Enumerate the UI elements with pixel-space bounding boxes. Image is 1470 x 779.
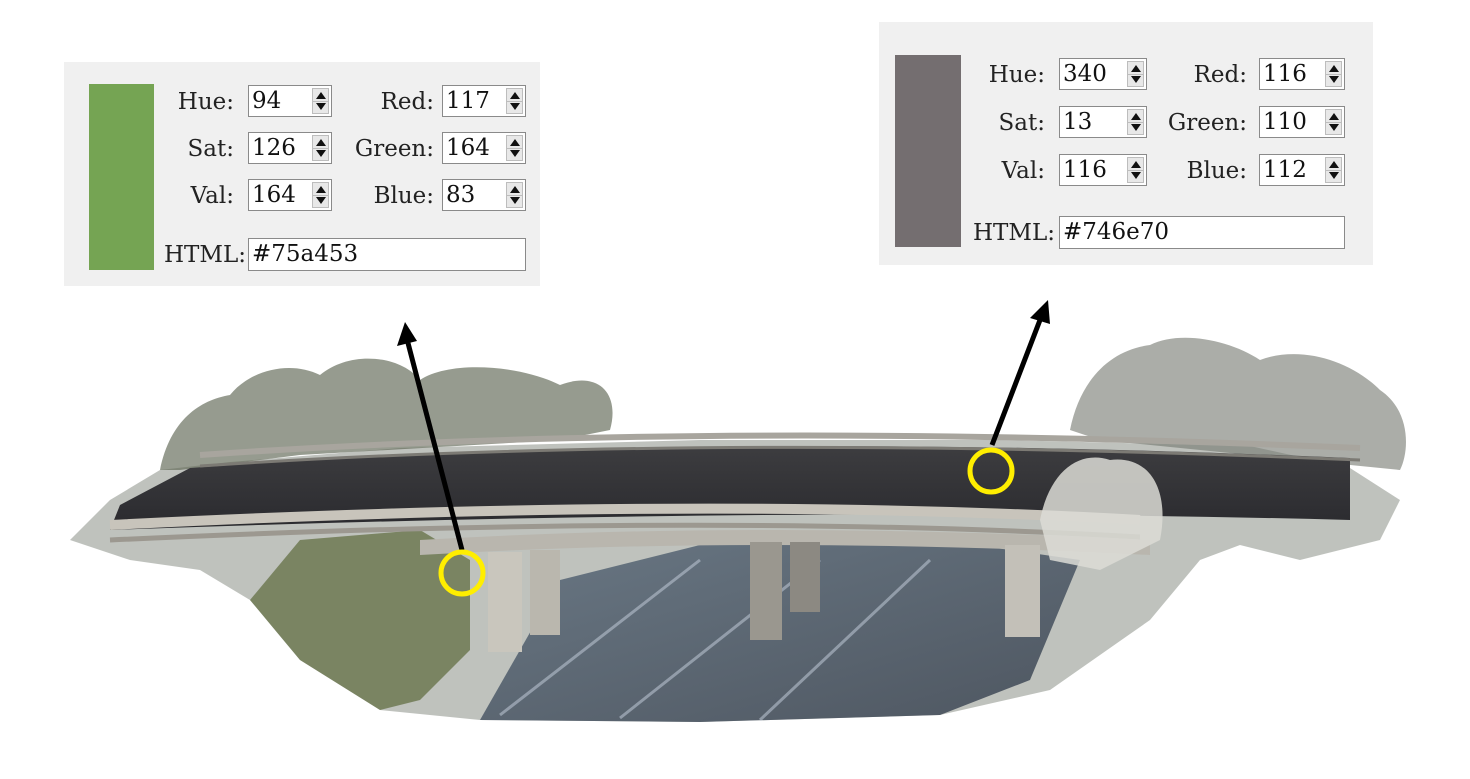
color-picker-panel-left: Hue: 94 Red: 117 Sat: 126 Green: 164 Val… bbox=[64, 62, 540, 286]
color-swatch bbox=[895, 55, 961, 247]
val-label: Val: bbox=[190, 183, 234, 209]
spin-arrows-icon[interactable] bbox=[1127, 109, 1144, 135]
sat-spinbox[interactable]: 13 bbox=[1059, 106, 1147, 138]
blue-spinbox[interactable]: 83 bbox=[442, 179, 526, 211]
pier bbox=[750, 542, 782, 640]
pier bbox=[1005, 545, 1040, 637]
color-swatch bbox=[89, 84, 154, 270]
html-label: HTML: bbox=[973, 220, 1055, 246]
color-picker-panel-right: Hue: 340 Red: 116 Sat: 13 Green: 110 Val… bbox=[879, 22, 1373, 265]
green-spinbox[interactable]: 110 bbox=[1259, 106, 1345, 138]
spin-arrows-icon[interactable] bbox=[506, 182, 523, 208]
blue-spinbox[interactable]: 112 bbox=[1259, 154, 1345, 186]
spin-arrows-icon[interactable] bbox=[1325, 157, 1342, 183]
arrow-right bbox=[989, 319, 1043, 446]
spin-arrows-icon[interactable] bbox=[1127, 157, 1144, 183]
spin-arrows-icon[interactable] bbox=[312, 182, 329, 208]
sat-label: Sat: bbox=[187, 136, 234, 162]
spin-arrows-icon[interactable] bbox=[506, 88, 523, 114]
red-spinbox[interactable]: 117 bbox=[442, 85, 526, 117]
spin-arrows-icon[interactable] bbox=[312, 88, 329, 114]
hue-label: Hue: bbox=[988, 62, 1045, 88]
sat-spinbox[interactable]: 126 bbox=[248, 132, 332, 164]
pier bbox=[488, 552, 522, 652]
spin-arrows-icon[interactable] bbox=[1325, 109, 1342, 135]
green-spinbox[interactable]: 164 bbox=[442, 132, 526, 164]
blue-label: Blue: bbox=[373, 183, 434, 209]
red-label: Red: bbox=[380, 89, 434, 115]
pier bbox=[790, 542, 820, 612]
pier bbox=[530, 550, 560, 635]
sat-label: Sat: bbox=[998, 110, 1045, 136]
html-hex-field[interactable]: #746e70 bbox=[1059, 216, 1345, 249]
blue-label: Blue: bbox=[1186, 158, 1247, 184]
html-label: HTML: bbox=[164, 242, 246, 268]
hue-spinbox[interactable]: 340 bbox=[1059, 58, 1147, 90]
red-spinbox[interactable]: 116 bbox=[1259, 58, 1345, 90]
spin-arrows-icon[interactable] bbox=[1325, 61, 1342, 87]
spin-arrows-icon[interactable] bbox=[1127, 61, 1144, 87]
red-label: Red: bbox=[1193, 62, 1247, 88]
green-label: Green: bbox=[1167, 110, 1247, 136]
spin-arrows-icon[interactable] bbox=[506, 135, 523, 161]
hue-label: Hue: bbox=[177, 89, 234, 115]
html-hex-field[interactable]: #75a453 bbox=[248, 238, 526, 271]
green-label: Green: bbox=[354, 136, 434, 162]
val-spinbox[interactable]: 164 bbox=[248, 179, 332, 211]
spin-arrows-icon[interactable] bbox=[312, 135, 329, 161]
val-label: Val: bbox=[1001, 158, 1045, 184]
val-spinbox[interactable]: 116 bbox=[1059, 154, 1147, 186]
hue-spinbox[interactable]: 94 bbox=[248, 85, 332, 117]
